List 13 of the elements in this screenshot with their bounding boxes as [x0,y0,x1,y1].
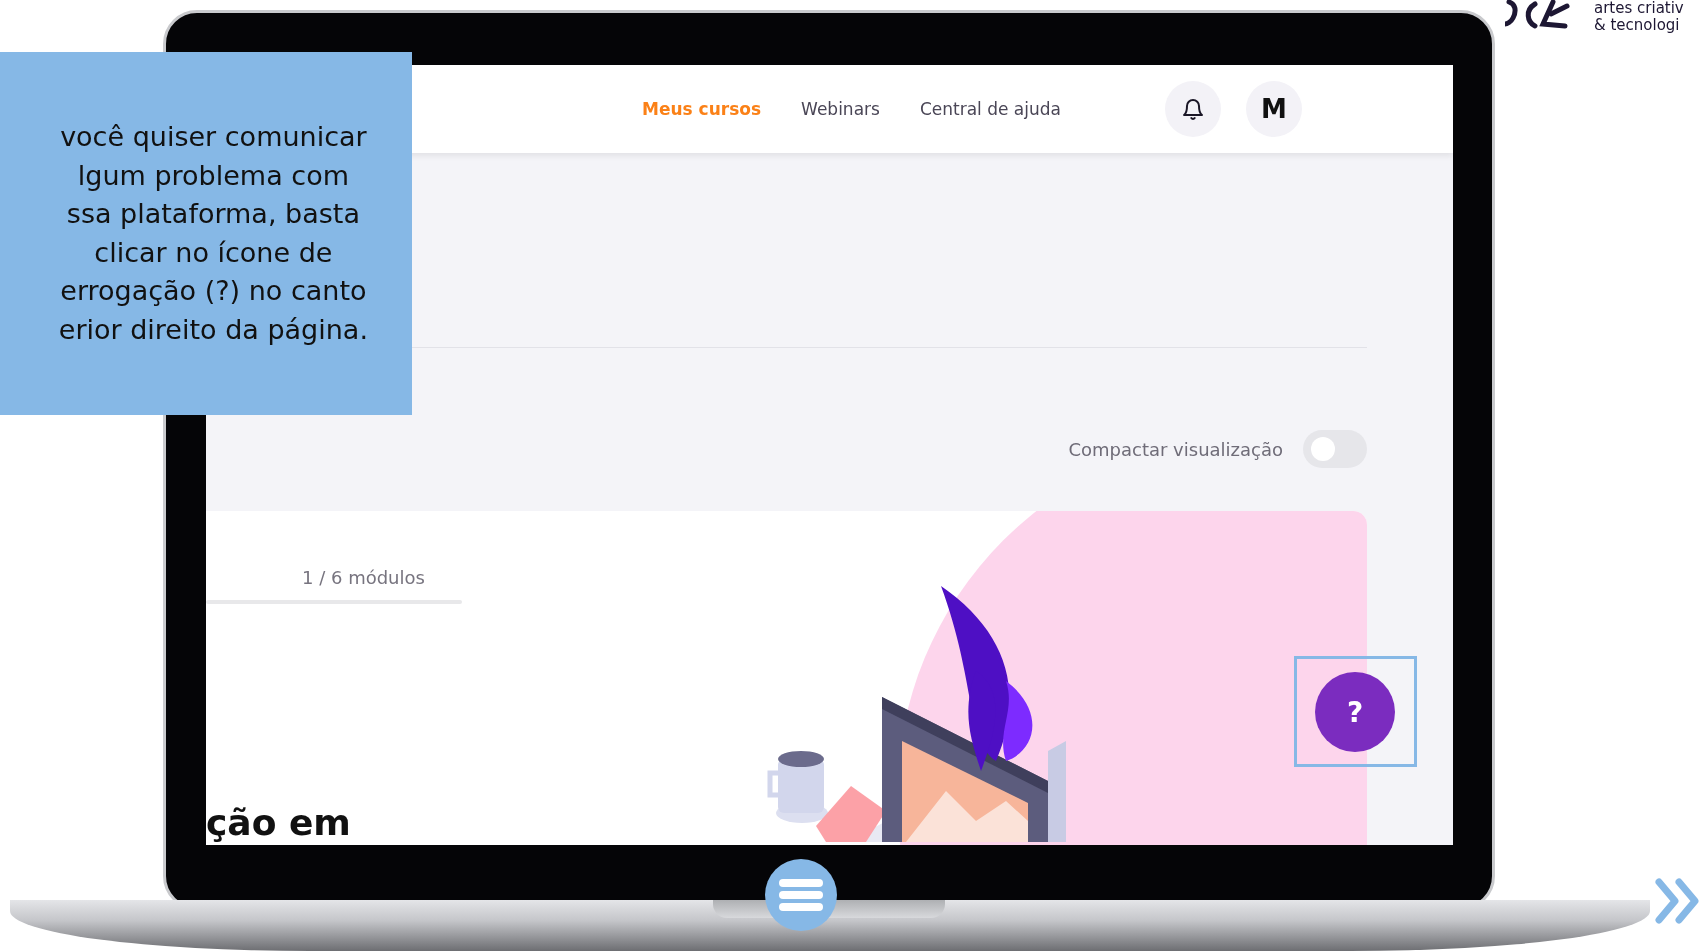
logo-text: artes criativ & tecnologi [1594,0,1684,34]
notification-button[interactable] [1165,81,1221,137]
toggle-switch[interactable] [1303,430,1367,468]
nav-link[interactable]: Central de ajuda [919,99,1061,119]
menu-icon [779,879,823,911]
toggle-label: Compactar visualização [1068,438,1283,460]
nav-link[interactable]: Webinars [801,99,880,119]
course-title: ção em [206,803,352,843]
bell-icon [1182,97,1204,121]
module-count: 1 / 6 módulos [302,567,425,588]
help-button[interactable]: ? [1315,672,1395,752]
callout-text: você quiser comunicar lgum problema com ssa plataforma, basta clicar no ícone de errogação (?) no canto erior direito da página. [58,120,368,347]
avatar-button[interactable]: M [1246,81,1302,137]
